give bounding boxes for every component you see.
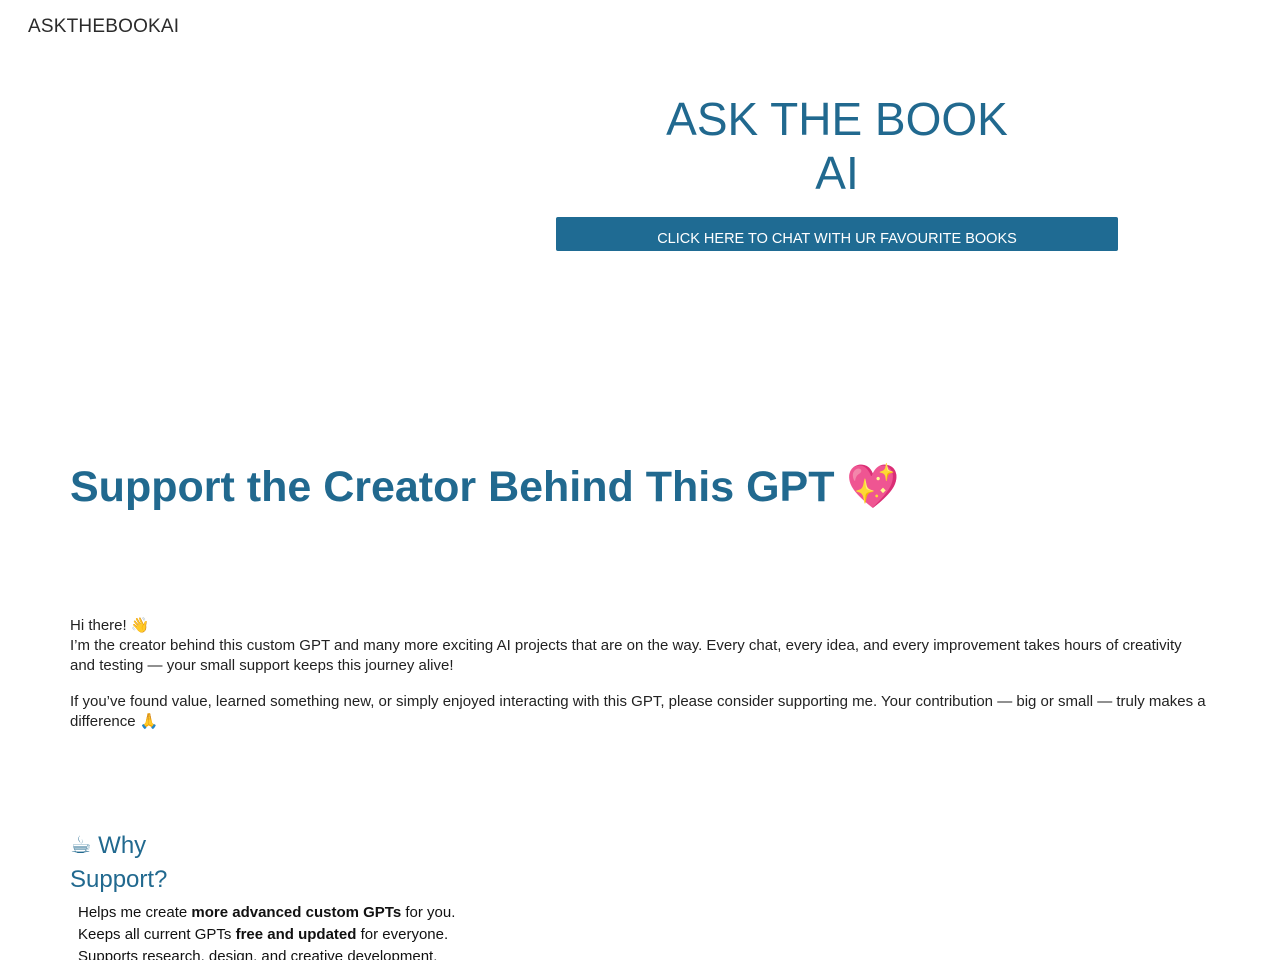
list-item-text: for you. [401, 904, 456, 921]
why-support-heading: ☕ Why Support? [70, 832, 168, 893]
list-item-text: Supports research, design, and creative … [78, 948, 438, 960]
support-intro: Hi there! 👋 I’m the creator behind this … [70, 616, 1210, 748]
list-item-text: Keeps all current GPTs [78, 926, 236, 943]
site-name-link[interactable]: ASKTHEBOOKAI [28, 16, 179, 38]
hero-title: ASK THE BOOK AI [556, 92, 1118, 200]
hero-title-line-2: AI [815, 147, 859, 199]
intro-paragraph-1: Hi there! 👋 I’m the creator behind this … [70, 616, 1210, 676]
list-item-emphasis: more advanced custom GPTs [191, 904, 402, 921]
why-support-list: Helps me create more advanced custom GPT… [78, 902, 455, 960]
intro-paragraph-2: If you’ve found value, learned something… [70, 693, 1206, 730]
list-item: Keeps all current GPTs free and updated … [78, 924, 455, 946]
list-item: Helps me create more advanced custom GPT… [78, 902, 455, 924]
intro-text: I’m the creator behind this custom GPT a… [70, 637, 1182, 674]
list-item-text: for everyone. [356, 926, 449, 943]
list-item-emphasis: free and updated [235, 926, 357, 943]
chat-with-books-button[interactable]: CLICK HERE TO CHAT WITH UR FAVOURITE BOO… [556, 217, 1118, 251]
list-item-text: Helps me create [78, 904, 192, 921]
support-heading: Support the Creator Behind This GPT 💖 [70, 463, 900, 511]
greeting-text: Hi there! 👋 [70, 617, 150, 634]
list-item: Supports research, design, and creative … [78, 946, 455, 960]
page: ASKTHEBOOKAI ASK THE BOOK AI CLICK HERE … [0, 0, 1280, 960]
hero-title-line-1: ASK THE BOOK [666, 93, 1008, 145]
